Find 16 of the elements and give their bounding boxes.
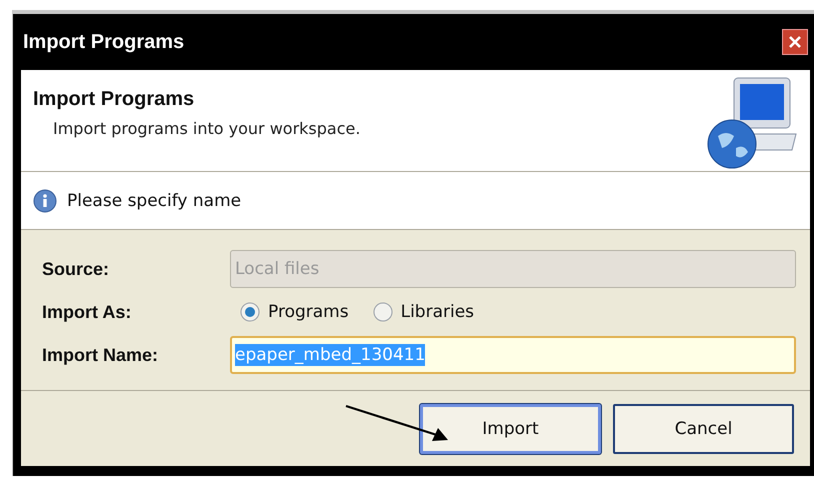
- radio-option[interactable]: Libraries: [372, 302, 474, 322]
- dialog-button[interactable]: Cancel: [613, 404, 794, 454]
- message-text: Please specify name: [67, 190, 242, 210]
- window-title: Import Programs: [23, 30, 184, 54]
- close-button[interactable]: [782, 29, 808, 55]
- header-subtitle: Import programs into your workspace.: [52, 119, 360, 138]
- radio-icon[interactable]: [372, 302, 393, 322]
- field-label: Import As:: [42, 302, 132, 322]
- field-label: Import Name:: [42, 344, 160, 366]
- dialog-button[interactable]: Import: [420, 404, 601, 454]
- close-icon[interactable]: [787, 34, 803, 50]
- radio-icon[interactable]: [240, 302, 260, 322]
- radio-option[interactable]: Programs: [240, 302, 349, 322]
- header-title: Import Programs: [33, 88, 196, 111]
- info-icon: [33, 188, 57, 212]
- field-label: Source:: [42, 258, 110, 280]
